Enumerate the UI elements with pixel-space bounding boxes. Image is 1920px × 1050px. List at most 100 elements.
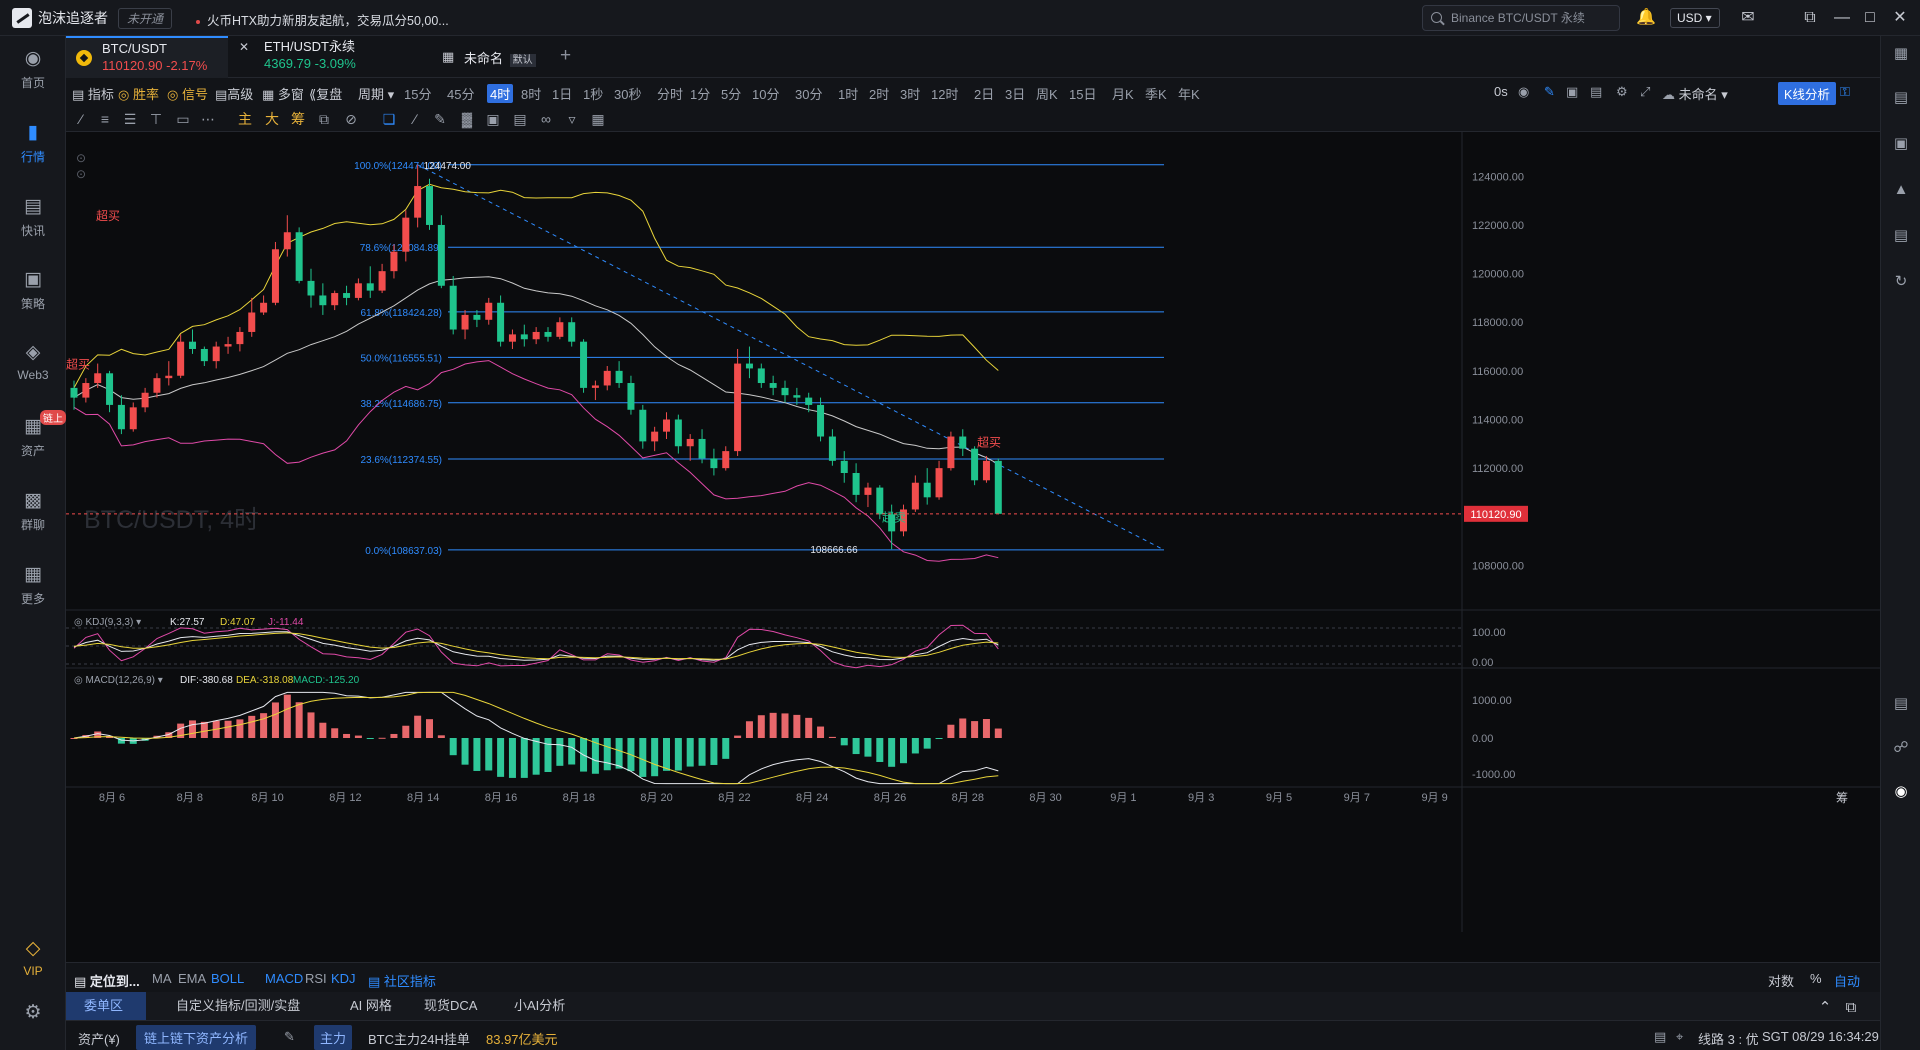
nav-home[interactable]: ◉ 首页 bbox=[0, 48, 66, 91]
period-19[interactable]: 15日 bbox=[1069, 84, 1096, 103]
refresh-icon[interactable]: ↻ bbox=[1891, 272, 1911, 292]
tab-ai-analysis[interactable]: 小AI分析 bbox=[496, 992, 583, 1020]
win-rate-button[interactable]: ◎ 胜率 bbox=[118, 84, 159, 103]
period-12[interactable]: 1时 bbox=[838, 84, 858, 103]
expand-panel-icon[interactable]: ⧉ bbox=[1842, 999, 1860, 1017]
fullscreen-icon[interactable]: ⤢ bbox=[1640, 84, 1650, 100]
headset-icon[interactable]: ☍ bbox=[1891, 738, 1911, 758]
robot-assistant-icon[interactable]: ◉ bbox=[1891, 782, 1911, 802]
indicator-kdj[interactable]: KDJ bbox=[331, 971, 356, 986]
indicator-ma[interactable]: MA bbox=[152, 971, 172, 986]
large-order-button[interactable]: 大 bbox=[263, 110, 281, 128]
status-badge[interactable]: 未开通 bbox=[118, 8, 173, 29]
indicator-ema[interactable]: EMA bbox=[178, 971, 206, 986]
pip-window-icon[interactable]: ⧉ bbox=[1800, 8, 1820, 28]
crop-icon[interactable]: ▣ bbox=[1566, 84, 1578, 100]
indicator-button[interactable]: ▤ 指标 bbox=[72, 84, 114, 103]
replay-button[interactable]: ⟪复盘 bbox=[309, 84, 342, 103]
parallel-channel-icon[interactable]: ☰ bbox=[121, 110, 139, 128]
link-icon[interactable]: ∞ bbox=[537, 110, 555, 128]
onchain-analysis-button[interactable]: 链上链下资产分析 bbox=[136, 1025, 257, 1050]
collapse-up-icon[interactable]: ⌃ bbox=[1816, 999, 1834, 1017]
ruler-icon[interactable]: ∕ bbox=[406, 110, 424, 128]
brush-icon[interactable]: ✎ bbox=[431, 110, 449, 128]
announcement-icon[interactable]: ▤ bbox=[1654, 1029, 1666, 1045]
add-tab-button[interactable]: + bbox=[560, 45, 571, 67]
period-6[interactable]: 30秒 bbox=[614, 84, 641, 103]
period-14[interactable]: 3时 bbox=[900, 84, 920, 103]
tab-unnamed-layout[interactable]: ▦ 未命名 默认 bbox=[428, 36, 548, 78]
nav-market[interactable]: ▮ 行情 bbox=[0, 122, 66, 165]
nav-web3[interactable]: ◈ Web3 bbox=[0, 342, 66, 382]
auto-scale-button[interactable]: 自动 bbox=[1834, 971, 1860, 990]
main-force-button[interactable]: 主 bbox=[236, 110, 254, 128]
period-20[interactable]: 月K bbox=[1112, 84, 1134, 103]
nav-strategy[interactable]: ▣ 策略 bbox=[0, 269, 66, 312]
filter-icon[interactable]: ▿ bbox=[563, 110, 581, 128]
nav-assets[interactable]: ▦ 资产 链上 bbox=[0, 410, 66, 459]
horizontal-lines-icon[interactable]: ≡ bbox=[96, 110, 114, 128]
locate-button[interactable]: ▤ 定位到... bbox=[74, 971, 140, 990]
period-7[interactable]: 分时 bbox=[657, 84, 683, 103]
orderbook-icon[interactable]: ▤ bbox=[1891, 88, 1911, 108]
tab-custom-indicator[interactable]: 自定义指标/回测/实盘 bbox=[158, 992, 318, 1020]
nav-news[interactable]: ▤ 快讯 bbox=[0, 196, 66, 239]
bars-pattern-icon[interactable]: ▓ bbox=[458, 110, 476, 128]
news-ticker[interactable]: 火币HTX助力新朋友起航，交易瓜分50,00... bbox=[196, 10, 449, 29]
more-tools-icon[interactable]: ⋯ bbox=[199, 110, 217, 128]
tab-orders[interactable]: 委单区 bbox=[66, 992, 146, 1020]
calculator-icon[interactable]: ▣ bbox=[1891, 134, 1911, 154]
k-analysis-button[interactable]: K线分析 bbox=[1778, 82, 1836, 105]
trash-icon[interactable]: ▦ bbox=[589, 110, 607, 128]
period-17[interactable]: 3日 bbox=[1005, 84, 1025, 103]
signal-button[interactable]: ◎ 信号 bbox=[167, 84, 208, 103]
nav-more[interactable]: ▦ 更多 bbox=[0, 564, 66, 607]
eraser-icon[interactable]: ⊘ bbox=[342, 110, 360, 128]
magnet-icon[interactable]: ⧉ bbox=[315, 110, 333, 128]
note-icon[interactable]: ▤ bbox=[511, 110, 529, 128]
bell-icon[interactable]: 🔔 bbox=[1636, 8, 1656, 28]
period-9[interactable]: 5分 bbox=[721, 84, 741, 103]
nav-chat[interactable]: ▩ 群聊 bbox=[0, 490, 66, 533]
period-18[interactable]: 周K bbox=[1036, 84, 1058, 103]
period-22[interactable]: 年K bbox=[1178, 84, 1200, 103]
cross-line-icon[interactable]: ⊤ bbox=[147, 110, 165, 128]
tab-btc-usdt[interactable]: BTC/USDT 110120.90 -2.17% bbox=[66, 36, 228, 78]
minimize-icon[interactable]: — bbox=[1832, 8, 1852, 28]
chip-distribution-button[interactable]: 筹 bbox=[289, 110, 307, 128]
search-input[interactable]: Binance BTC/USDT 永续 bbox=[1422, 5, 1620, 31]
edit-icon[interactable]: ✎ bbox=[284, 1029, 295, 1045]
multi-window-button[interactable]: ▦ 多窗 bbox=[262, 84, 304, 103]
layout-cloud-dropdown[interactable]: ☁ 未命名 ▾ bbox=[1662, 84, 1728, 103]
tab-spot-dca[interactable]: 现货DCA bbox=[406, 992, 495, 1020]
indicator-macd[interactable]: MACD bbox=[265, 971, 303, 986]
indicator-rsi[interactable]: RSI bbox=[305, 971, 327, 986]
period-15[interactable]: 12时 bbox=[931, 84, 958, 103]
close-tab-icon[interactable]: ✕ bbox=[239, 40, 249, 54]
camera-icon[interactable]: ◉ bbox=[1518, 84, 1529, 100]
tab-ai-grid[interactable]: AI 网格 bbox=[332, 992, 410, 1020]
period-2[interactable]: 4时 bbox=[487, 84, 514, 103]
layout-panel-icon[interactable]: ▤ bbox=[1891, 694, 1911, 714]
template-icon[interactable]: ▤ bbox=[1590, 84, 1602, 100]
pen-icon[interactable]: ✎ bbox=[1544, 84, 1555, 100]
period-5[interactable]: 1秒 bbox=[583, 84, 603, 103]
period-3[interactable]: 8时 bbox=[521, 84, 541, 103]
currency-select[interactable]: USD ▾ bbox=[1670, 8, 1720, 28]
grid-menu-icon[interactable]: ▦ bbox=[1891, 44, 1911, 64]
community-indicator-button[interactable]: ▤ 社区指标 bbox=[368, 971, 436, 990]
price-chart-svg[interactable]: BTC/USDT, 4时 8月 6 8月 8 8月 10 8月 12 8月 14 8月 16… bbox=[66, 132, 1880, 962]
depth-chart-icon[interactable]: ▲ bbox=[1891, 180, 1911, 200]
settings-button[interactable]: ⚙ bbox=[0, 1002, 66, 1028]
period-8[interactable]: 1分 bbox=[690, 84, 710, 103]
trend-line-icon[interactable]: ⁄ bbox=[72, 110, 90, 128]
period-16[interactable]: 2日 bbox=[974, 84, 994, 103]
indicator-boll[interactable]: BOLL bbox=[211, 971, 244, 986]
log-scale-button[interactable]: 对数 bbox=[1768, 971, 1794, 990]
period-11[interactable]: 30分 bbox=[795, 84, 822, 103]
network-line[interactable]: 线路 3 : 优 bbox=[1698, 1029, 1759, 1048]
period-21[interactable]: 季K bbox=[1145, 84, 1167, 103]
period-dropdown[interactable]: 周期 ▾ bbox=[358, 84, 394, 103]
period-1[interactable]: 45分 bbox=[447, 84, 474, 103]
rectangle-icon[interactable]: ▭ bbox=[174, 110, 192, 128]
